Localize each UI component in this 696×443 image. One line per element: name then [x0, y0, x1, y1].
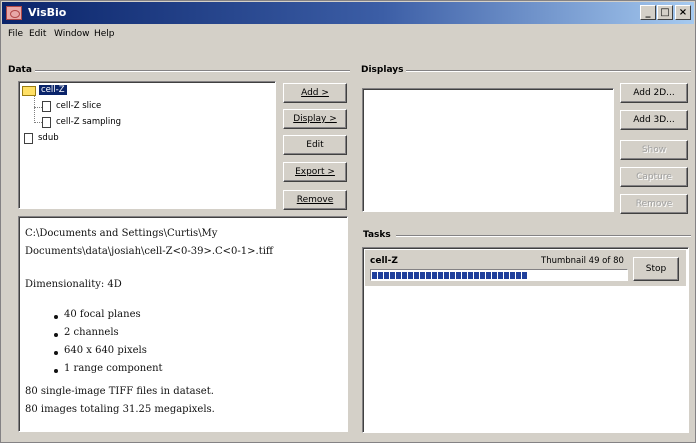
menu-file[interactable]: File: [8, 29, 23, 39]
add-3d-display-button[interactable]: Add 3D...: [620, 110, 688, 130]
info-summary-files: 80 single-image TIFF files in dataset.: [25, 386, 214, 397]
visbio-app-icon: [6, 6, 22, 20]
task-status: Thumbnail 49 of 80: [541, 256, 624, 266]
data-info-panel: C:\Documents and Settings\Curtis\My Docu…: [18, 216, 348, 432]
tree-item-label: cell-Z: [39, 85, 67, 95]
display-data-label: Display >: [293, 114, 337, 124]
menu-window[interactable]: Window: [54, 29, 90, 39]
add-data-label: Add >: [301, 88, 329, 98]
remove-display-button[interactable]: Remove: [620, 194, 688, 214]
tree-connector: [34, 122, 42, 123]
data-tree[interactable]: cell-Z cell-Z slice cell-Z sampling sdub: [18, 81, 276, 209]
display-data-button[interactable]: Display >: [283, 109, 347, 129]
show-label: Show: [641, 145, 667, 155]
task-name: cell-Z: [370, 256, 398, 266]
menu-help[interactable]: Help: [94, 29, 115, 39]
menu-edit[interactable]: Edit: [29, 29, 46, 39]
tree-item-label: cell-Z slice: [56, 101, 102, 111]
task-progress-bar: [370, 269, 628, 281]
export-data-label: Export >: [295, 167, 335, 177]
task-row: cell-Z Thumbnail 49 of 80 Stop: [365, 250, 686, 286]
close-button[interactable]: ×: [675, 5, 691, 20]
tasks-section-divider: [396, 235, 691, 237]
tree-item-label: cell-Z sampling: [56, 117, 122, 127]
tree-connector: [34, 93, 35, 123]
stop-label: Stop: [645, 264, 667, 274]
document-icon: [42, 101, 51, 112]
info-path-line2: Documents\data\josiah\cell-Z<0-39>.C<0-1…: [25, 246, 274, 257]
displays-section-label: Displays: [361, 65, 404, 75]
info-summary-images: 80 images totaling 31.25 megapixels.: [25, 404, 215, 415]
title-bar[interactable]: VisBio _ □ ×: [2, 2, 694, 24]
remove-data-label: Remove: [296, 195, 334, 205]
add-data-button[interactable]: Add >: [283, 83, 347, 103]
tree-connector: [34, 107, 42, 108]
maximize-button[interactable]: □: [657, 5, 673, 20]
data-section-divider: [35, 70, 350, 72]
remove-display-label: Remove: [635, 199, 673, 209]
bullet-icon: [54, 315, 58, 319]
info-dimensionality: Dimensionality: 4D: [25, 279, 122, 290]
info-bullet-focal-planes: 40 focal planes: [64, 309, 141, 320]
document-icon: [24, 133, 33, 144]
edit-data-button[interactable]: Edit: [283, 135, 347, 155]
tree-item-label: sdub: [38, 133, 59, 143]
capture-label: Capture: [636, 172, 672, 182]
export-data-button[interactable]: Export >: [283, 162, 347, 182]
data-section-label: Data: [8, 65, 32, 75]
bullet-icon: [54, 333, 58, 337]
add-2d-label: Add 2D...: [633, 88, 675, 98]
info-bullet-range: 1 range component: [64, 363, 163, 374]
folder-open-icon: [22, 86, 36, 96]
menu-bar: File Edit Window Help: [2, 25, 694, 45]
minimize-button[interactable]: _: [640, 5, 656, 20]
visbio-window: VisBio _ □ × File Edit Window Help Data …: [0, 0, 696, 443]
window-title: VisBio: [28, 6, 67, 19]
tasks-section-label: Tasks: [363, 230, 391, 240]
add-2d-display-button[interactable]: Add 2D...: [620, 83, 688, 103]
document-icon: [42, 117, 51, 128]
info-bullet-pixels: 640 x 640 pixels: [64, 345, 147, 356]
stop-task-button[interactable]: Stop: [633, 257, 679, 281]
edit-data-label: Edit: [306, 140, 324, 150]
displays-section-divider: [406, 70, 691, 72]
info-path-line1: C:\Documents and Settings\Curtis\My: [25, 228, 218, 239]
task-progress-fill: [372, 272, 527, 279]
add-3d-label: Add 3D...: [633, 115, 675, 125]
bullet-icon: [54, 369, 58, 373]
bullet-icon: [54, 351, 58, 355]
show-display-button[interactable]: Show: [620, 140, 688, 160]
tasks-panel: cell-Z Thumbnail 49 of 80 Stop: [362, 247, 689, 433]
displays-list[interactable]: [362, 88, 614, 212]
info-bullet-channels: 2 channels: [64, 327, 119, 338]
remove-data-button[interactable]: Remove: [283, 190, 347, 210]
capture-display-button[interactable]: Capture: [620, 167, 688, 187]
